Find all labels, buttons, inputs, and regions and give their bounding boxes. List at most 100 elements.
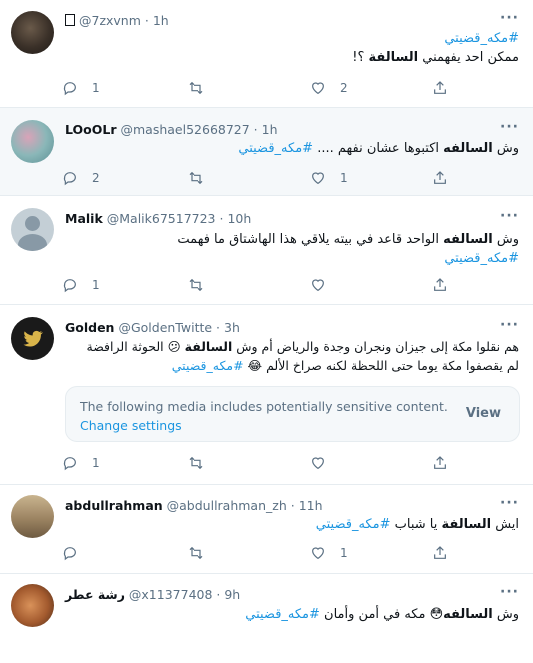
tweet-line: وش السالفه😳 مكه في أمن وأمان #مكه_قضيتي bbox=[65, 605, 519, 624]
like-button[interactable] bbox=[310, 453, 340, 473]
like-button[interactable] bbox=[310, 275, 340, 295]
view-button[interactable]: View bbox=[466, 406, 501, 421]
hashtag-link[interactable]: #مكه_قضيتي bbox=[444, 31, 519, 46]
timestamp[interactable]: 1h bbox=[262, 122, 278, 137]
hashtag-link[interactable]: #مكه_قضيتي bbox=[172, 358, 244, 373]
avatar[interactable] bbox=[11, 317, 54, 360]
text-run: وش bbox=[492, 232, 519, 247]
share-icon bbox=[434, 278, 446, 291]
hashtag-link[interactable]: #مكه_قضيتي bbox=[238, 141, 313, 156]
tweet-header: @7zxvnm · 1h bbox=[65, 13, 169, 28]
default-profile-icon bbox=[25, 216, 40, 231]
retweet-icon bbox=[189, 171, 203, 185]
timestamp[interactable]: 3h bbox=[224, 320, 240, 335]
reply-button[interactable]: 1 bbox=[62, 453, 100, 473]
avatar[interactable] bbox=[11, 208, 54, 251]
avatar[interactable] bbox=[11, 11, 54, 54]
text-run: وش bbox=[492, 141, 519, 156]
more-icon[interactable]: ··· bbox=[500, 208, 519, 224]
display-name[interactable]: Malik bbox=[65, 211, 103, 226]
retweet-icon bbox=[189, 278, 203, 292]
tweet-header: abdullrahman @abdullrahman_zh · 11h bbox=[65, 498, 323, 513]
heart-icon bbox=[312, 457, 324, 470]
text-run: 😳 مكه في أمن وأمان bbox=[319, 607, 444, 622]
display-name[interactable]: Golden bbox=[65, 320, 114, 335]
text-run: اكتبوها عشان نفهم .... bbox=[313, 141, 444, 156]
handle[interactable]: @GoldenTwitte bbox=[118, 320, 212, 335]
heart-icon bbox=[312, 279, 324, 292]
hashtag-link[interactable]: #مكه_قضيتي bbox=[444, 251, 519, 266]
like-count: 1 bbox=[340, 546, 348, 560]
share-icon bbox=[434, 546, 446, 559]
bold-keyword: السالفة bbox=[184, 339, 233, 354]
handle[interactable]: @Malik67517723 bbox=[107, 211, 216, 226]
retweet-button[interactable] bbox=[188, 275, 218, 295]
tweet[interactable]: Golden @GoldenTwitte · 3h ··· هم نقلوا م… bbox=[0, 305, 533, 485]
more-icon[interactable]: ··· bbox=[500, 10, 519, 26]
retweet-button[interactable] bbox=[188, 543, 218, 563]
tweet[interactable]: abdullrahman @abdullrahman_zh · 11h ··· … bbox=[0, 485, 533, 574]
timestamp[interactable]: 1h bbox=[153, 13, 169, 28]
like-button[interactable]: 1 bbox=[310, 168, 348, 188]
share-button[interactable] bbox=[432, 275, 448, 295]
handle[interactable]: @7zxvnm bbox=[79, 13, 141, 28]
text-run: هم نقلوا مكة إلى جيزان ونجران وجدة والري… bbox=[232, 339, 519, 354]
tweet-text: وش السالفه😳 مكه في أمن وأمان #مكه_قضيتي bbox=[65, 605, 519, 624]
share-button[interactable] bbox=[432, 168, 448, 188]
hashtag-link[interactable]: #مكه_قضيتي bbox=[316, 517, 391, 532]
tweet[interactable]: رشة عطر @x11377408 · 9h ··· وش السالفه😳 … bbox=[0, 574, 533, 663]
text-run: لم يقصفوا مكة يوما حتى اللحظة لكنه صراخ … bbox=[243, 358, 519, 373]
reply-count: 1 bbox=[92, 278, 100, 292]
share-icon bbox=[434, 81, 446, 94]
retweet-button[interactable] bbox=[188, 453, 218, 473]
handle[interactable]: @abdullrahman_zh bbox=[167, 498, 287, 513]
change-settings-link[interactable]: Change settings bbox=[80, 418, 182, 433]
more-icon[interactable]: ··· bbox=[500, 584, 519, 600]
tweet-line: وش السالفه الواحد قاعد في بيته يلاقي هذا… bbox=[65, 230, 519, 249]
like-button[interactable]: 2 bbox=[310, 78, 348, 98]
tweet-actions: 1 bbox=[62, 453, 462, 473]
tweet-actions: 1 bbox=[62, 275, 462, 295]
display-name[interactable]: abdullrahman bbox=[65, 498, 163, 513]
reply-button[interactable]: 2 bbox=[62, 168, 100, 188]
handle[interactable]: @x11377408 bbox=[129, 587, 213, 602]
more-icon[interactable]: ··· bbox=[500, 495, 519, 511]
reply-button[interactable] bbox=[62, 543, 92, 563]
avatar[interactable] bbox=[11, 584, 54, 627]
tweet-text: ايش السالفة يا شباب #مكه_قضيتي bbox=[65, 515, 519, 534]
hashtag-link[interactable]: #مكه_قضيتي bbox=[245, 607, 320, 622]
avatar[interactable] bbox=[11, 495, 54, 538]
like-button[interactable]: 1 bbox=[310, 543, 348, 563]
share-button[interactable] bbox=[432, 453, 448, 473]
timestamp[interactable]: 11h bbox=[299, 498, 323, 513]
tweet[interactable]: @7zxvnm · 1h ··· #مكه_قضيتي ممكن احد يفه… bbox=[0, 0, 533, 108]
bold-keyword: السالفة bbox=[368, 50, 419, 65]
tweet-header: رشة عطر @x11377408 · 9h bbox=[65, 587, 241, 602]
more-icon[interactable]: ··· bbox=[500, 317, 519, 333]
retweet-icon bbox=[189, 456, 203, 470]
tweet-line: هم نقلوا مكة إلى جيزان ونجران وجدة والري… bbox=[65, 337, 519, 356]
handle[interactable]: @mashael52668727 bbox=[120, 122, 249, 137]
reply-button[interactable]: 1 bbox=[62, 275, 100, 295]
tweet-text: #مكه_قضيتي ممكن احد يفهمني السالفة ؟! bbox=[65, 29, 519, 67]
tweet-text: وش السالفه الواحد قاعد في بيته يلاقي هذا… bbox=[65, 230, 519, 268]
tweet[interactable]: Malik @Malik67517723 · 10h ··· وش السالف… bbox=[0, 196, 533, 305]
more-icon[interactable]: ··· bbox=[500, 119, 519, 135]
display-name[interactable]: LOoOLr bbox=[65, 122, 117, 137]
like-count: 1 bbox=[340, 171, 348, 185]
retweet-button[interactable] bbox=[188, 168, 218, 188]
retweet-button[interactable] bbox=[188, 78, 218, 98]
share-button[interactable] bbox=[432, 543, 448, 563]
tweet-actions: 1 bbox=[62, 543, 462, 563]
tweet[interactable]: LOoOLr @mashael52668727 · 1h ··· وش السا… bbox=[0, 108, 533, 196]
display-name[interactable]: رشة عطر bbox=[65, 587, 125, 602]
share-button[interactable] bbox=[432, 78, 448, 98]
timestamp[interactable]: 9h bbox=[224, 587, 240, 602]
tweet-header: Golden @GoldenTwitte · 3h bbox=[65, 320, 240, 335]
tweet-actions: 2 1 bbox=[62, 168, 462, 188]
avatar[interactable] bbox=[11, 120, 54, 163]
timestamp[interactable]: 10h bbox=[227, 211, 251, 226]
bold-keyword: السالفه bbox=[443, 141, 493, 156]
reply-button[interactable]: 1 bbox=[62, 78, 100, 98]
warning-message: The following media includes potentially… bbox=[80, 399, 448, 414]
